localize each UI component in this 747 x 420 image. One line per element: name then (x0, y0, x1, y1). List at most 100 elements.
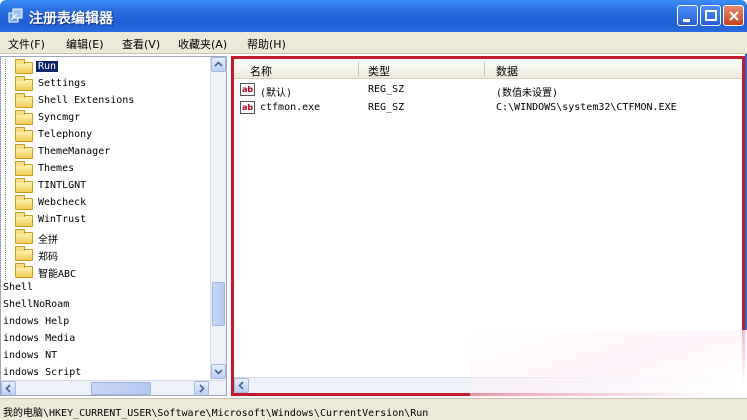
tree-item-label: WinTrust (38, 214, 87, 225)
tree-item[interactable]: WinTrust (1, 212, 211, 229)
folder-icon (15, 263, 33, 278)
value-data: C:\WINDOWS\system32\CTFMON.EXE (496, 102, 677, 113)
menu-edit[interactable]: 编辑(E) (66, 36, 104, 52)
regedit-window: 注册表编辑器 文件(F) 编辑(E) 查看(V) 收藏夹(A) 帮助(H) Ru… (0, 0, 747, 420)
maximize-icon (705, 10, 717, 21)
tree-item-label: Settings (38, 78, 87, 89)
tree-item-label: Themes (38, 163, 75, 174)
menu-file[interactable]: 文件(F) (8, 36, 45, 52)
tree-item[interactable]: ShellNoRoam (1, 297, 211, 314)
scroll-left-button[interactable] (1, 381, 16, 395)
tree-item-label: Shell Extensions (38, 95, 135, 106)
tree-connector (5, 263, 6, 280)
scroll-thumb[interactable] (91, 382, 151, 395)
tree-item-label: Webcheck (38, 197, 87, 208)
column-divider[interactable] (358, 62, 359, 76)
tree-item[interactable]: Shell Extensions (1, 93, 211, 110)
value-name: (默认) (260, 88, 293, 99)
tree-item-label: indows Script (3, 367, 82, 378)
tree-connector (5, 178, 6, 195)
minimize-icon (683, 19, 690, 22)
folder-icon (15, 76, 33, 91)
tree-item-label: Syncmgr (38, 112, 81, 123)
tree-item[interactable]: indows NT (1, 348, 211, 365)
tree-item-label: TINTLGNT (38, 180, 87, 191)
scroll-down-button[interactable] (211, 364, 226, 379)
tree-connector (5, 195, 6, 212)
folder-icon (15, 195, 33, 210)
tree-item[interactable]: TINTLGNT (1, 178, 211, 195)
tree-item[interactable]: Shell (1, 280, 211, 297)
chevron-down-icon (214, 369, 223, 375)
tree-item[interactable]: 智能ABC (1, 263, 211, 280)
column-type[interactable]: 类型 (368, 63, 390, 79)
chevron-right-icon (199, 384, 205, 393)
tree-connector (5, 93, 6, 110)
tree-item-label: 全拼 (38, 235, 58, 246)
tree-vertical-scrollbar[interactable] (210, 57, 226, 380)
tree-item-label: ThemeManager (38, 146, 111, 157)
tree-item-label: indows Help (3, 316, 70, 327)
tree-item[interactable]: Webcheck (1, 195, 211, 212)
status-bar: 我的电脑\HKEY_CURRENT_USER\Software\Microsof… (0, 398, 747, 420)
scroll-right-button[interactable] (194, 381, 209, 395)
folder-open-icon (15, 59, 33, 74)
tree-item-run[interactable]: Run (1, 59, 211, 76)
tree-item-label: indows NT (3, 350, 58, 361)
maximize-button[interactable] (700, 5, 721, 26)
tree-item[interactable]: indows Media (1, 331, 211, 348)
scroll-up-button[interactable] (211, 57, 226, 72)
folder-icon (15, 229, 33, 244)
chevron-up-icon (214, 61, 223, 67)
column-data[interactable]: 数据 (496, 63, 518, 79)
table-row[interactable]: ab ctfmon.exe REG_SZ C:\WINDOWS\system32… (234, 99, 742, 117)
tree-item[interactable]: 郑码 (1, 246, 211, 263)
column-divider[interactable] (484, 62, 485, 76)
folder-icon (15, 178, 33, 193)
value-type: REG_SZ (368, 84, 405, 95)
tree-item-label: 郑码 (38, 252, 58, 263)
folder-icon (15, 93, 33, 108)
tree-horizontal-scrollbar[interactable] (1, 380, 226, 395)
folder-icon (15, 246, 33, 261)
chevron-left-icon (238, 381, 244, 390)
tree-connector (5, 229, 6, 246)
tree-item[interactable]: Themes (1, 161, 211, 178)
scroll-thumb[interactable] (212, 282, 225, 326)
scroll-left-button[interactable] (234, 378, 249, 393)
tree-item-label: 智能ABC (38, 269, 77, 280)
tree-item[interactable]: 全拼 (1, 229, 211, 246)
tree-item[interactable]: ThemeManager (1, 144, 211, 161)
tree-item[interactable]: Syncmgr (1, 110, 211, 127)
tree-item-label: Run (36, 61, 59, 72)
value-type: REG_SZ (368, 102, 405, 113)
table-row[interactable]: ab (默认) REG_SZ (数值未设置) (234, 81, 742, 99)
tree-connector (5, 246, 6, 263)
tree-connector (5, 161, 6, 178)
folder-icon (15, 110, 33, 125)
window-title: 注册表编辑器 (29, 11, 113, 27)
string-value-icon: ab (240, 83, 255, 96)
key-tree[interactable]: Run Settings Shell Extensions Syncmgr Te… (0, 56, 227, 396)
minimize-button[interactable] (677, 5, 698, 26)
tree-connector (5, 110, 6, 127)
menu-help[interactable]: 帮助(H) (247, 36, 286, 52)
tree-connector (5, 76, 6, 93)
folder-icon (15, 127, 33, 142)
menu-favorites[interactable]: 收藏夹(A) (178, 36, 227, 52)
tree-item[interactable]: Telephony (1, 127, 211, 144)
column-header: 名称 类型 数据 (234, 59, 742, 79)
tree-item[interactable]: indows Help (1, 314, 211, 331)
close-button[interactable] (723, 5, 744, 26)
menu-view[interactable]: 查看(V) (122, 36, 160, 52)
tree-item[interactable]: Settings (1, 76, 211, 93)
value-name: ctfmon.exe (260, 102, 321, 113)
title-bar[interactable]: 注册表编辑器 (0, 0, 747, 32)
tree-item-label: Shell (3, 282, 34, 293)
tree-item-label: Telephony (38, 129, 93, 140)
tree-connector (5, 59, 6, 76)
folder-icon (15, 144, 33, 159)
value-data: (数值未设置) (496, 88, 559, 99)
close-icon (729, 11, 739, 21)
column-name[interactable]: 名称 (250, 63, 272, 79)
